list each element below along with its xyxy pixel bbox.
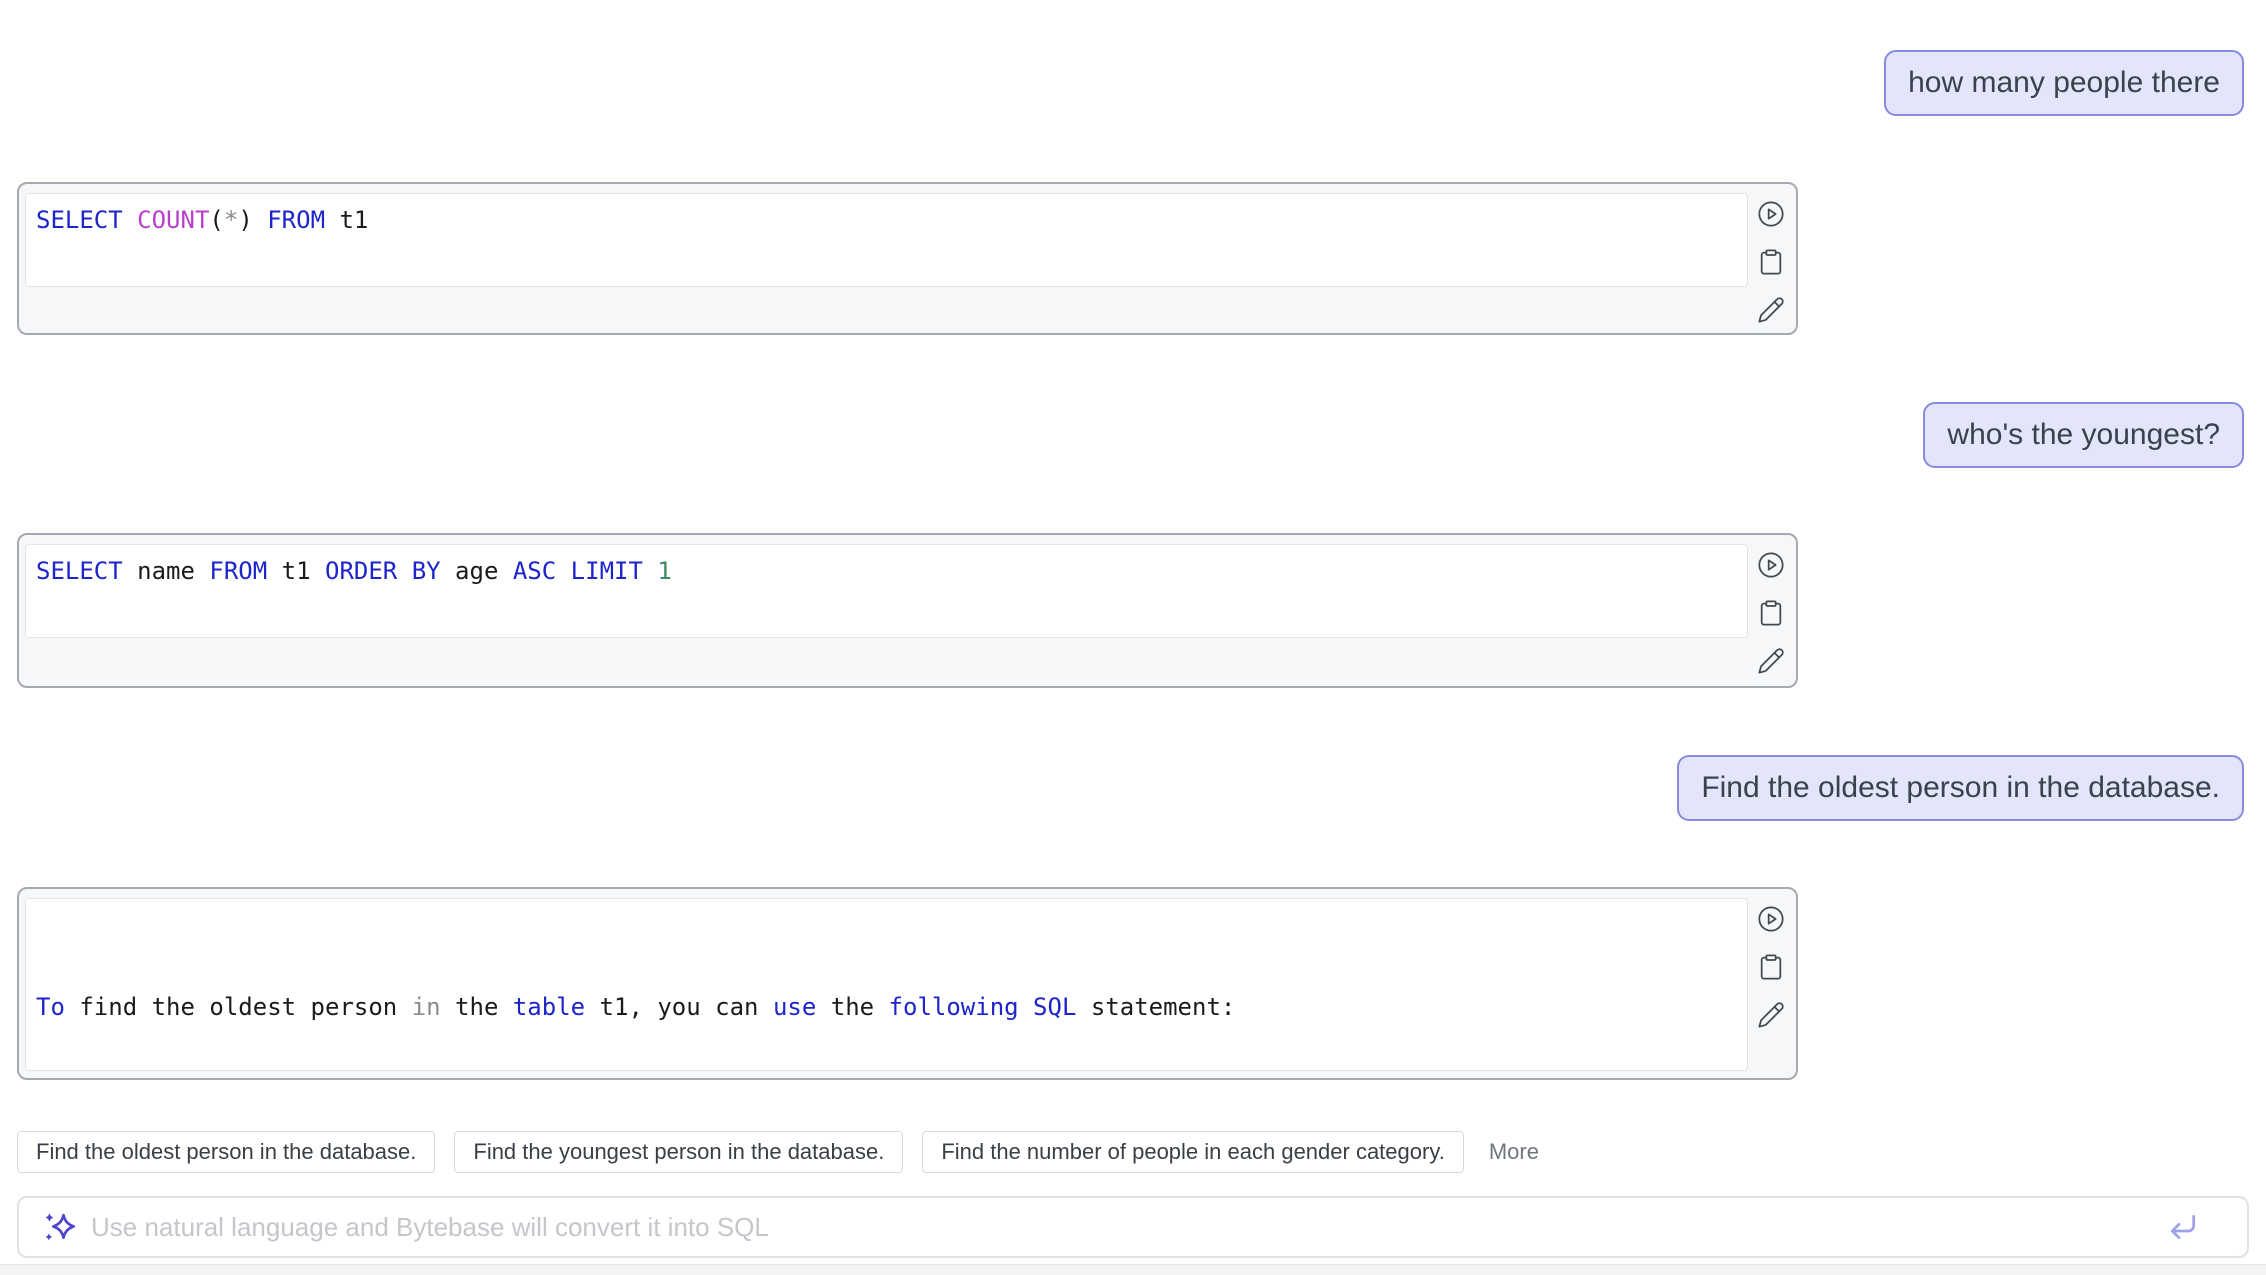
pencil-icon — [1757, 1001, 1785, 1029]
user-message-bubble: Find the oldest person in the database. — [1677, 755, 2244, 821]
circle-play-icon — [1757, 551, 1785, 579]
nl-to-sql-input-bar — [17, 1196, 2249, 1258]
user-message-text: Find the oldest person in the database. — [1701, 771, 2220, 805]
suggestion-gender-count[interactable]: Find the number of people in each gender… — [922, 1131, 1463, 1173]
edit-sql-button[interactable] — [1757, 1001, 1785, 1029]
user-message-text: who's the youngest? — [1947, 418, 2220, 452]
sql-code: SELECT COUNT(*) FROM t1 — [25, 193, 1748, 287]
suggestion-youngest-person[interactable]: Find the youngest person in the database… — [454, 1131, 903, 1173]
bottom-panel-edge — [0, 1264, 2266, 1275]
edit-sql-button[interactable] — [1757, 296, 1785, 324]
sql-response-box: SELECT COUNT(*) FROM t1 — [17, 182, 1798, 335]
response-actions — [1757, 551, 1785, 675]
sql-code: SELECT name FROM t1 ORDER BY age ASC LIM… — [25, 544, 1748, 638]
sql-response-box: To find the oldest person in the table t… — [17, 887, 1798, 1080]
clipboard-icon — [1757, 953, 1785, 981]
corner-down-left-icon — [2167, 1211, 2199, 1243]
more-suggestions-link[interactable]: More — [1489, 1139, 1539, 1165]
response-actions — [1757, 200, 1785, 324]
run-sql-button[interactable] — [1757, 905, 1785, 933]
suggestion-oldest-person[interactable]: Find the oldest person in the database. — [17, 1131, 435, 1173]
response-actions — [1757, 905, 1785, 1029]
copy-sql-button[interactable] — [1757, 248, 1785, 276]
run-sql-button[interactable] — [1757, 200, 1785, 228]
clipboard-icon — [1757, 248, 1785, 276]
circle-play-icon — [1757, 905, 1785, 933]
suggestion-row: Find the oldest person in the database. … — [17, 1131, 1539, 1173]
pencil-icon — [1757, 296, 1785, 324]
submit-query-button[interactable] — [2167, 1211, 2199, 1243]
clipboard-icon — [1757, 599, 1785, 627]
sparkles-icon — [41, 1209, 77, 1245]
natural-language-input[interactable] — [89, 1211, 2167, 1244]
pencil-icon — [1757, 647, 1785, 675]
edit-sql-button[interactable] — [1757, 647, 1785, 675]
user-message-bubble: who's the youngest? — [1923, 402, 2244, 468]
sql-response-box: SELECT name FROM t1 ORDER BY age ASC LIM… — [17, 533, 1798, 688]
sql-explanation: To find the oldest person in the table t… — [25, 898, 1748, 1071]
explanation-line: To find the oldest person in the table t… — [36, 986, 1737, 1028]
circle-play-icon — [1757, 200, 1785, 228]
copy-sql-button[interactable] — [1757, 599, 1785, 627]
user-message-text: how many people there — [1908, 66, 2220, 100]
run-sql-button[interactable] — [1757, 551, 1785, 579]
user-message-bubble: how many people there — [1884, 50, 2244, 116]
copy-sql-button[interactable] — [1757, 953, 1785, 981]
